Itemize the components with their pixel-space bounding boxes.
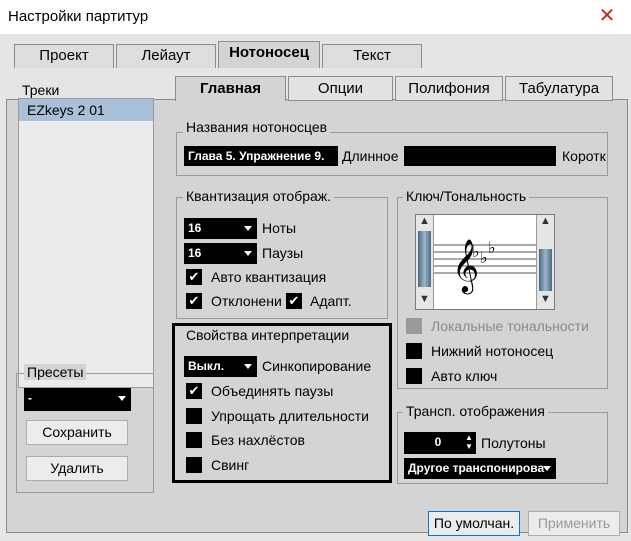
short-name-label: Коротк	[562, 148, 606, 164]
deviation-label: Отклонени	[211, 293, 282, 309]
interpretation-title: Свойства интерпретации	[183, 327, 353, 343]
presets-title: Пресеты	[24, 364, 87, 380]
clef-preview: 𝄞 ♭ ♭ ♭ ▲ ▼ ▲ ▼	[415, 214, 555, 310]
swing-checkbox[interactable]	[186, 457, 202, 473]
subtab-options[interactable]: Опции	[288, 76, 393, 101]
transpose-title: Трансп. отображения	[403, 403, 548, 419]
auto-quantize-checkbox[interactable]: ✔	[186, 269, 202, 285]
clef-scroll-left[interactable]: ▲ ▼	[416, 215, 434, 309]
lower-staff-label: Нижний нотоносец	[431, 343, 554, 359]
clef-scroll-thumb[interactable]	[418, 231, 431, 287]
lower-staff-checkbox[interactable]	[406, 343, 422, 359]
auto-clef-checkbox[interactable]	[406, 368, 422, 384]
tab-staff[interactable]: Нотоносец	[218, 41, 320, 68]
title-bar: Настройки партитур ✕	[0, 0, 631, 34]
tab-project[interactable]: Проект	[14, 44, 114, 68]
window-title: Настройки партитур	[8, 8, 149, 25]
swing-label: Свинг	[211, 457, 250, 473]
auto-clef-label: Авто ключ	[431, 368, 498, 384]
merge-rests-label: Объединять паузы	[211, 383, 334, 399]
chevron-up-icon[interactable]: ▲	[419, 215, 430, 227]
deviation-checkbox[interactable]: ✔	[186, 293, 202, 309]
save-button[interactable]: Сохранить	[26, 420, 128, 445]
simplify-label: Упрощать длительности	[211, 408, 369, 424]
close-icon[interactable]: ✕	[597, 6, 617, 26]
flat-icon: ♭	[472, 242, 480, 261]
notes-label: Ноты	[262, 220, 297, 236]
tab-text[interactable]: Текст	[322, 44, 422, 68]
track-item[interactable]: EZkeys 2 01	[19, 99, 153, 121]
default-button[interactable]: По умолчан.	[428, 511, 520, 536]
preset-select[interactable]: -	[24, 388, 131, 411]
other-transpose-select[interactable]: Другое транспонирова	[404, 458, 556, 479]
local-keys-label: Локальные тональности	[431, 318, 589, 334]
spin-arrows-icon[interactable]: ▲ ▼	[465, 433, 473, 451]
rests-select[interactable]: 16	[184, 243, 257, 264]
staff-svg: 𝄞 ♭ ♭ ♭	[434, 238, 536, 294]
delete-button[interactable]: Удалить	[26, 456, 128, 481]
no-overlap-checkbox[interactable]	[186, 432, 202, 448]
long-name-field[interactable]	[404, 146, 556, 166]
tab-layout[interactable]: Лейаут	[116, 44, 216, 68]
rests-label: Паузы	[262, 245, 304, 261]
short-name-field[interactable]: Глава 5. Упражнение 9.	[184, 146, 338, 166]
syncopation-label: Синкопирование	[262, 358, 372, 374]
chevron-up-icon[interactable]: ▲	[540, 215, 551, 227]
key-scroll-thumb[interactable]	[539, 249, 552, 291]
flat-icon: ♭	[480, 248, 488, 267]
interpretation-group	[172, 323, 392, 483]
notes-select[interactable]: 16	[184, 218, 257, 239]
dialog-body: Проект Лейаут Нотоносец Текст Треки EZke…	[0, 34, 631, 541]
adapt-checkbox[interactable]: ✔	[286, 293, 302, 309]
apply-button[interactable]: Применить	[528, 511, 620, 536]
simplify-checkbox[interactable]	[186, 408, 202, 424]
chevron-down-icon[interactable]: ▼	[540, 293, 551, 305]
flat-icon: ♭	[488, 238, 496, 257]
auto-quantize-label: Авто квантизация	[211, 269, 327, 285]
tracks-label: Треки	[22, 82, 60, 98]
chevron-down-icon[interactable]: ▼	[419, 293, 430, 305]
semitones-label: Полутоны	[481, 435, 546, 451]
staff-names-title: Названия нотоносцев	[183, 119, 331, 135]
local-keys-checkbox[interactable]	[406, 318, 422, 334]
subtab-polyphony[interactable]: Полифония	[395, 76, 503, 101]
clef-title: Ключ/Тональность	[403, 188, 530, 204]
subtab-tab[interactable]: Табулатура	[505, 76, 613, 101]
key-scroll-right[interactable]: ▲ ▼	[536, 215, 554, 309]
subtab-main[interactable]: Главная	[175, 76, 286, 101]
adapt-label: Адапт.	[310, 293, 352, 309]
syncopation-select[interactable]: Выкл.	[184, 356, 257, 377]
quantize-title: Квантизация отображ.	[183, 188, 335, 204]
merge-rests-checkbox[interactable]: ✔	[186, 383, 202, 399]
long-name-label: Длинное	[342, 148, 399, 164]
no-overlap-label: Без нахлёстов	[211, 432, 305, 448]
tracks-list[interactable]: EZkeys 2 01	[18, 98, 154, 388]
